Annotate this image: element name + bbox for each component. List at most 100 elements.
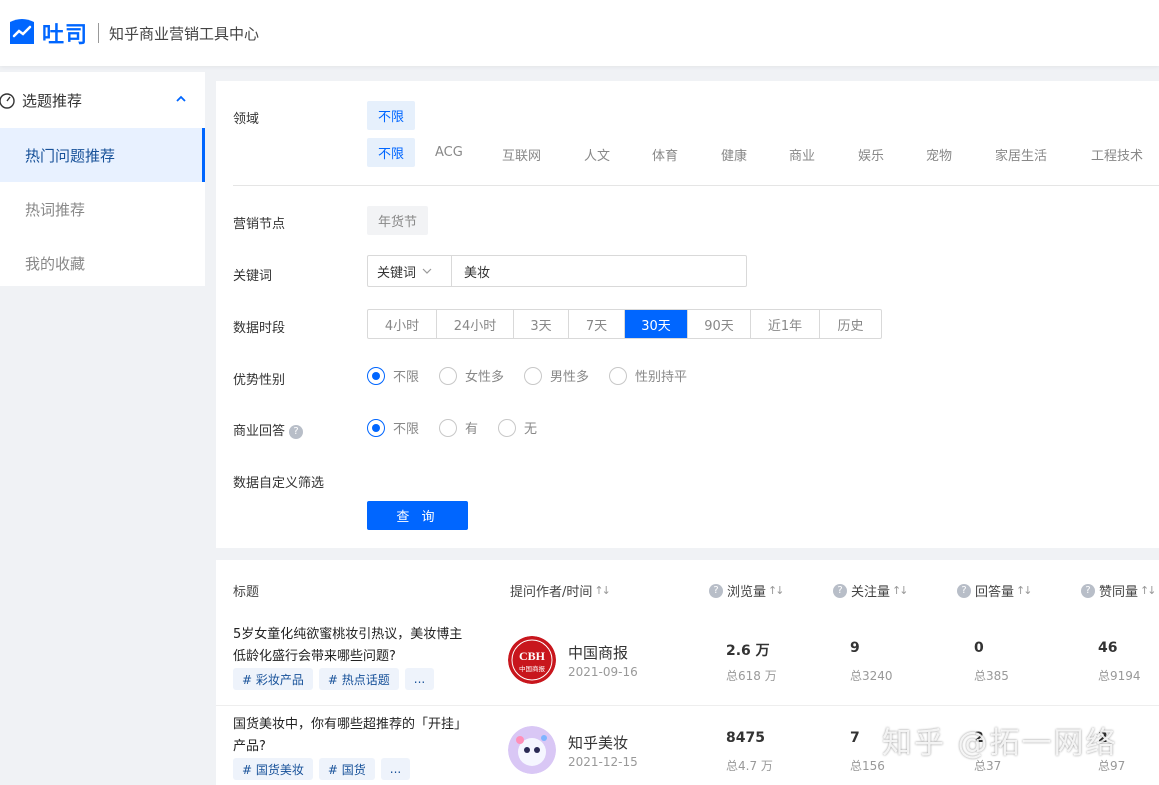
header-follows[interactable]: ? 关注量 ↑↓	[833, 581, 909, 600]
query-button[interactable]: 查 询	[367, 501, 468, 530]
tag[interactable]: # 热点话题	[318, 668, 399, 690]
logo-text: 吐司	[42, 23, 89, 48]
radio-dot	[367, 366, 385, 385]
business-answer-radio-group: 不限 有 无	[367, 418, 557, 437]
category-business[interactable]: 商业	[789, 145, 815, 164]
radio-label: 不限	[393, 422, 420, 437]
header-likes[interactable]: ? 赞同量 ↑↓	[1081, 581, 1157, 600]
header-author-time[interactable]: 提问作者/时间 ↑↓	[510, 581, 611, 600]
question-title[interactable]: 5岁女童化纯欲蜜桃妆引热议，美妆博主低龄化盛行会带来哪些问题?	[233, 624, 463, 668]
tag-more[interactable]: ...	[380, 758, 411, 780]
business-radio-yes[interactable]: 有	[439, 418, 478, 437]
period-option-30d[interactable]: 30天	[625, 310, 688, 338]
toast-logo-icon	[10, 19, 34, 44]
header-answers-label: 回答量	[975, 585, 1015, 600]
help-icon[interactable]: ?	[833, 583, 847, 598]
question-title[interactable]: 国货美妆中，你有哪些超推荐的「开挂」产品?	[233, 714, 463, 758]
tag-list: # 国货美妆 # 国货 ...	[233, 758, 416, 780]
radio-label: 男性多	[550, 370, 590, 385]
period-segmented-control: 4小时 24小时 3天 7天 30天 90天 近1年 历史	[367, 309, 882, 339]
keyword-search-box: 关键词	[367, 255, 747, 287]
header-divider	[98, 23, 100, 43]
marketing-node-chip[interactable]: 年货节	[367, 206, 429, 235]
period-option-7d[interactable]: 7天	[569, 310, 625, 338]
gender-radio-unlimited[interactable]: 不限	[367, 366, 419, 385]
header-title: 标题	[233, 581, 259, 600]
help-icon[interactable]: ?	[1081, 583, 1095, 598]
help-icon[interactable]: ?	[289, 424, 304, 439]
author-name[interactable]: 中国商报	[568, 642, 628, 663]
period-option-3d[interactable]: 3天	[514, 310, 569, 338]
domain-selected-chip[interactable]: 不限	[367, 101, 416, 130]
period-option-history[interactable]: 历史	[820, 310, 881, 338]
category-unlimited[interactable]: 不限	[367, 138, 416, 167]
author-avatar[interactable]: CBH 中国商报	[508, 636, 556, 684]
author-avatar[interactable]	[508, 726, 556, 774]
header-views[interactable]: ? 浏览量 ↑↓	[709, 581, 785, 600]
header-likes-label: 赞同量	[1099, 585, 1139, 600]
gender-radio-group: 不限 女性多 男性多 性别持平	[367, 366, 707, 385]
gender-radio-male[interactable]: 男性多	[524, 366, 589, 385]
help-icon[interactable]: ?	[957, 583, 971, 598]
sidebar-item-favorites[interactable]: 我的收藏	[0, 236, 205, 290]
category-humanities[interactable]: 人文	[584, 145, 610, 164]
tag[interactable]: # 彩妆产品	[233, 668, 313, 690]
sidebar-item-hot-words[interactable]: 热词推荐	[0, 182, 205, 236]
header-subtitle: 知乎商业营销工具中心	[109, 24, 260, 43]
follows-value: 7	[850, 730, 860, 746]
help-icon[interactable]: ?	[709, 583, 723, 598]
header-title-label: 标题	[233, 585, 260, 600]
period-option-4h[interactable]: 4小时	[368, 310, 437, 338]
category-acg[interactable]: ACG	[435, 145, 463, 160]
gender-radio-balanced[interactable]: 性别持平	[609, 366, 687, 385]
period-option-1y[interactable]: 近1年	[751, 310, 820, 338]
sidebar-item-hot-questions[interactable]: 热门问题推荐	[0, 128, 205, 182]
radio-dot	[524, 366, 543, 385]
radio-label: 无	[524, 422, 538, 437]
category-health[interactable]: 健康	[721, 145, 747, 164]
category-entertainment[interactable]: 娱乐	[858, 145, 884, 164]
chevron-down-icon	[422, 268, 432, 274]
sort-icon: ↑↓	[1016, 584, 1033, 597]
follows-total: 总3240	[850, 669, 893, 683]
views-value: 8475	[726, 730, 765, 746]
business-answer-label: 商业回答	[233, 424, 286, 439]
radio-label: 性别持平	[635, 370, 688, 385]
period-label: 数据时段	[233, 321, 286, 336]
gender-radio-female[interactable]: 女性多	[439, 366, 504, 385]
filter-panel: 领域 不限 不限 ACG 互联网 人文 体育 健康 商业 娱乐 宠物 家居生活 …	[216, 81, 1159, 548]
likes-value: 2	[1098, 730, 1108, 746]
keyword-input[interactable]	[452, 256, 746, 286]
radio-label: 女性多	[465, 370, 505, 385]
radio-dot	[367, 418, 385, 437]
author-name[interactable]: 知乎美妆	[568, 732, 628, 753]
sidebar-group-label: 选题推荐	[22, 91, 83, 110]
results-table: 标题 提问作者/时间 ↑↓ ? 浏览量 ↑↓ ? 关注量 ↑↓ ? 回答量 ↑↓ ? 赞同量 ↑↓…	[216, 560, 1159, 785]
keyword-type-select[interactable]: 关键词	[368, 256, 452, 286]
top-header: 吐司 知乎商业营销工具中心	[0, 0, 1159, 66]
sidebar-group-topic-recommend[interactable]: 选题推荐	[0, 72, 205, 128]
answers-total: 总385	[974, 669, 1009, 683]
keyword-type-value: 关键词	[377, 265, 417, 281]
period-option-24h[interactable]: 24小时	[437, 310, 514, 338]
tag[interactable]: # 国货美妆	[233, 758, 313, 780]
panel-divider	[233, 185, 1159, 186]
category-internet[interactable]: 互联网	[502, 145, 541, 164]
category-pets[interactable]: 宠物	[926, 145, 952, 164]
answers-value: 2	[974, 730, 984, 746]
row-divider	[216, 705, 1159, 706]
business-radio-unlimited[interactable]: 不限	[367, 418, 419, 437]
period-option-90d[interactable]: 90天	[688, 310, 751, 338]
chevron-up-icon[interactable]	[175, 93, 187, 105]
business-radio-no[interactable]: 无	[498, 418, 537, 437]
app-logo[interactable]: 吐司	[6, 17, 88, 49]
tag[interactable]: # 国货	[318, 758, 375, 780]
views-total: 总4.7 万	[726, 759, 773, 773]
category-engineering[interactable]: 工程技术	[1091, 145, 1143, 164]
category-sports[interactable]: 体育	[652, 145, 678, 164]
header-answers[interactable]: ? 回答量 ↑↓	[957, 581, 1033, 600]
tag-more[interactable]: ...	[404, 668, 435, 690]
category-home-life[interactable]: 家居生活	[995, 145, 1047, 164]
header-follows-label: 关注量	[851, 585, 891, 600]
header-views-label: 浏览量	[727, 585, 767, 600]
